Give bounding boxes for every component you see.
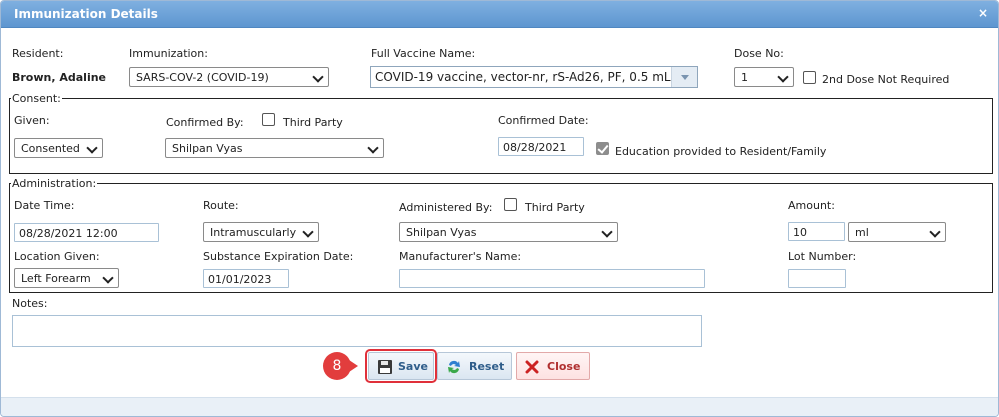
lot-number-input[interactable] xyxy=(788,269,846,288)
resident-name: Brown, Adaline xyxy=(12,71,107,84)
unit-value: ml xyxy=(855,226,869,239)
notes-label: Notes: xyxy=(12,297,48,310)
save-button[interactable]: Save xyxy=(365,349,437,383)
consent-third-party-label: Third Party xyxy=(283,116,343,129)
step-callout: 8 xyxy=(323,352,351,380)
unit-select[interactable]: ml xyxy=(848,222,946,242)
resident-label: Resident: xyxy=(12,47,64,60)
close-button[interactable]: Close xyxy=(516,352,590,380)
chevron-down-icon xyxy=(368,143,378,153)
reset-button[interactable]: Reset xyxy=(437,352,512,380)
chevron-down-icon xyxy=(303,227,313,237)
admin-third-party-label: Third Party xyxy=(525,201,585,214)
reset-label: Reset xyxy=(469,360,505,373)
route-label: Route: xyxy=(203,199,239,212)
amount-label: Amount: xyxy=(788,199,835,212)
consent-section: Consent: xyxy=(9,92,993,174)
consent-legend: Consent: xyxy=(12,92,61,105)
chevron-down-icon xyxy=(87,143,97,153)
close-x-icon xyxy=(525,360,539,377)
full-vaccine-combobox[interactable]: COVID-19 vaccine, vector-nr, rS-Ad26, PF… xyxy=(370,66,698,88)
immunization-dialog: Immunization Details × Resident: Brown, … xyxy=(0,0,999,417)
dose-select[interactable]: 1 xyxy=(734,67,794,87)
amount-input[interactable]: 10 xyxy=(788,222,845,241)
consent-third-party-checkbox[interactable] xyxy=(262,113,275,126)
expiration-value: 01/01/2023 xyxy=(208,273,272,286)
confirmed-by-label: Confirmed By: xyxy=(166,116,244,129)
close-label: Close xyxy=(547,360,581,373)
dose-value: 1 xyxy=(741,71,748,84)
administered-by-select[interactable]: Shilpan Vyas xyxy=(399,222,618,242)
admin-third-party-checkbox[interactable] xyxy=(504,198,517,211)
chevron-down-icon xyxy=(103,273,113,283)
immunization-select[interactable]: SARS-COV-2 (COVID-19) xyxy=(129,67,329,87)
notes-textarea[interactable] xyxy=(12,315,702,347)
confirmed-date-input[interactable]: 08/28/2021 xyxy=(498,137,584,156)
administration-legend: Administration: xyxy=(12,177,97,190)
date-time-input[interactable]: 08/28/2021 12:00 xyxy=(14,223,159,242)
manufacturer-label: Manufacturer's Name: xyxy=(399,250,522,263)
given-select[interactable]: Consented xyxy=(14,138,103,158)
date-time-value: 08/28/2021 12:00 xyxy=(19,227,118,240)
education-checkbox[interactable] xyxy=(596,142,609,155)
given-label: Given: xyxy=(14,114,50,127)
route-select[interactable]: Intramuscularly xyxy=(203,222,319,242)
dialog-footer xyxy=(1,397,998,416)
expiration-label: Substance Expiration Date: xyxy=(203,250,354,263)
confirmed-by-select[interactable]: Shilpan Vyas xyxy=(165,138,384,158)
chevron-down-icon xyxy=(778,72,788,82)
location-value: Left Forearm xyxy=(21,272,91,285)
dialog-title-bar: Immunization Details × xyxy=(1,1,998,28)
dose-label: Dose No: xyxy=(734,47,784,60)
floppy-disk-icon xyxy=(377,359,393,378)
confirmed-date-label: Confirmed Date: xyxy=(498,114,589,127)
location-label: Location Given: xyxy=(14,250,100,263)
chevron-down-icon[interactable] xyxy=(671,67,697,87)
chevron-down-icon xyxy=(930,227,940,237)
administered-by-value: Shilpan Vyas xyxy=(406,226,477,239)
confirmed-date-value: 08/28/2021 xyxy=(503,141,567,154)
refresh-arrows-icon xyxy=(446,359,462,378)
close-icon[interactable]: × xyxy=(976,6,990,20)
route-value: Intramuscularly xyxy=(210,226,297,239)
amount-value: 10 xyxy=(793,226,807,239)
immunization-value: SARS-COV-2 (COVID-19) xyxy=(136,71,269,84)
given-value: Consented xyxy=(21,142,80,155)
full-vaccine-label: Full Vaccine Name: xyxy=(371,47,476,60)
confirmed-by-value: Shilpan Vyas xyxy=(172,142,243,155)
expiration-input[interactable]: 01/01/2023 xyxy=(203,269,289,288)
dialog-title: Immunization Details xyxy=(14,7,158,21)
chevron-down-icon xyxy=(602,227,612,237)
full-vaccine-value: COVID-19 vaccine, vector-nr, rS-Ad26, PF… xyxy=(375,70,671,84)
chevron-down-icon xyxy=(313,72,323,82)
step-callout-pointer xyxy=(349,360,358,372)
education-label: Education provided to Resident/Family xyxy=(615,145,827,158)
second-dose-label: 2nd Dose Not Required xyxy=(822,73,950,86)
administered-by-label: Administered By: xyxy=(399,201,493,214)
manufacturer-input[interactable] xyxy=(399,269,705,288)
save-label: Save xyxy=(398,360,428,373)
second-dose-checkbox[interactable] xyxy=(803,71,816,84)
location-select[interactable]: Left Forearm xyxy=(14,268,119,288)
date-time-label: Date Time: xyxy=(14,199,75,212)
lot-number-label: Lot Number: xyxy=(788,250,857,263)
immunization-label: Immunization: xyxy=(129,47,208,60)
